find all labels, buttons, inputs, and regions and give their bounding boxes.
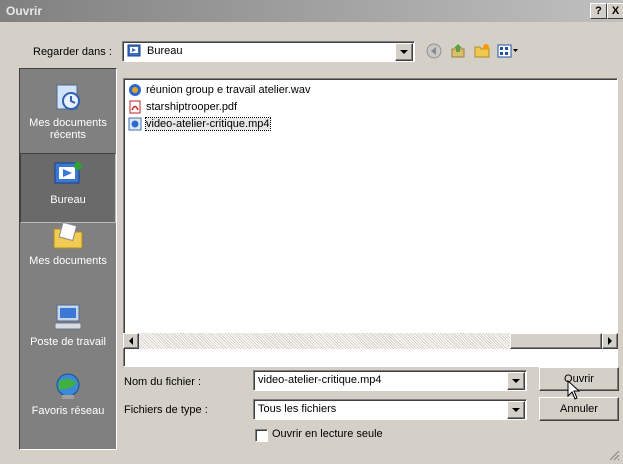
- title-bar[interactable]: Ouvrir ? X: [0, 0, 623, 22]
- file-name-label: Nom du fichier :: [124, 376, 202, 388]
- arrow-left-icon: [129, 337, 133, 345]
- file-name-input[interactable]: video-atelier-critique.mp4: [253, 370, 527, 391]
- file-type-label: Fichiers de type :: [124, 404, 208, 416]
- window-title: Ouvrir: [6, 4, 43, 18]
- my-computer-icon: [51, 302, 85, 332]
- desktop-icon: [51, 160, 85, 190]
- pdf-file-icon: [128, 100, 142, 114]
- my-documents-icon: [51, 221, 85, 251]
- view-menu-icon[interactable]: [497, 43, 519, 62]
- look-in-combobox[interactable]: Bureau: [122, 41, 415, 62]
- chevron-down-icon: [512, 408, 520, 412]
- scroll-left-button[interactable]: [123, 333, 139, 349]
- close-button[interactable]: X: [607, 3, 623, 19]
- places-bar: Mes documents récents Bureau Mes documen…: [19, 68, 117, 450]
- file-type-select[interactable]: Tous les fichiers: [253, 399, 527, 420]
- readonly-checkbox[interactable]: [255, 429, 268, 442]
- file-name: video-atelier-critique.mp4: [145, 117, 271, 131]
- place-label: Mes documents: [29, 117, 107, 129]
- scroll-thumb[interactable]: [510, 333, 602, 349]
- video-file-icon: [128, 117, 142, 131]
- arrow-right-icon: [608, 337, 612, 345]
- look-in-label: Regarder dans :: [33, 46, 112, 58]
- list-item[interactable]: starshiptrooper.pdf: [128, 99, 237, 115]
- place-network[interactable]: Favoris réseau: [20, 371, 116, 417]
- resize-grip-icon[interactable]: [608, 449, 620, 464]
- chevron-down-icon: [512, 379, 520, 383]
- network-places-icon: [51, 371, 85, 401]
- file-type-value: Tous les fichiers: [258, 403, 337, 415]
- place-label: Mes documents: [29, 255, 107, 267]
- look-in-value: Bureau: [147, 45, 183, 57]
- list-item[interactable]: réunion group e travail atelier.wav: [128, 82, 310, 98]
- place-label: Favoris réseau: [31, 405, 105, 417]
- chevron-down-icon: [400, 50, 408, 54]
- place-label-2: récents: [49, 129, 87, 141]
- desktop-icon: [127, 44, 141, 58]
- place-desktop[interactable]: Bureau: [20, 153, 116, 223]
- list-item[interactable]: video-atelier-critique.mp4: [128, 116, 271, 132]
- audio-file-icon: [128, 83, 142, 97]
- file-name: réunion group e travail atelier.wav: [146, 84, 311, 96]
- new-folder-icon[interactable]: [474, 43, 490, 62]
- place-my-computer[interactable]: Poste de travail: [20, 302, 116, 348]
- scroll-right-button[interactable]: [602, 333, 618, 349]
- help-button[interactable]: ?: [590, 3, 607, 19]
- place-my-documents[interactable]: Mes documents: [20, 221, 116, 267]
- back-icon[interactable]: [426, 43, 442, 62]
- place-label: Bureau: [50, 194, 86, 206]
- file-list[interactable]: réunion group e travail atelier.wav star…: [123, 78, 618, 367]
- place-recent-documents[interactable]: Mes documents récents: [20, 83, 116, 141]
- file-name-dropdown-button[interactable]: [507, 372, 525, 390]
- horizontal-scrollbar[interactable]: [123, 333, 618, 349]
- file-name-value: video-atelier-critique.mp4: [258, 374, 382, 386]
- mouse-cursor-icon: [567, 379, 581, 403]
- readonly-label: Ouvrir en lecture seule: [272, 428, 383, 440]
- recent-documents-icon: [51, 83, 85, 113]
- file-name: starshiptrooper.pdf: [146, 101, 238, 113]
- look-in-dropdown-button[interactable]: [395, 43, 413, 61]
- up-folder-icon[interactable]: [450, 43, 466, 62]
- place-label: Poste de travail: [30, 336, 106, 348]
- file-type-dropdown-button[interactable]: [507, 401, 525, 419]
